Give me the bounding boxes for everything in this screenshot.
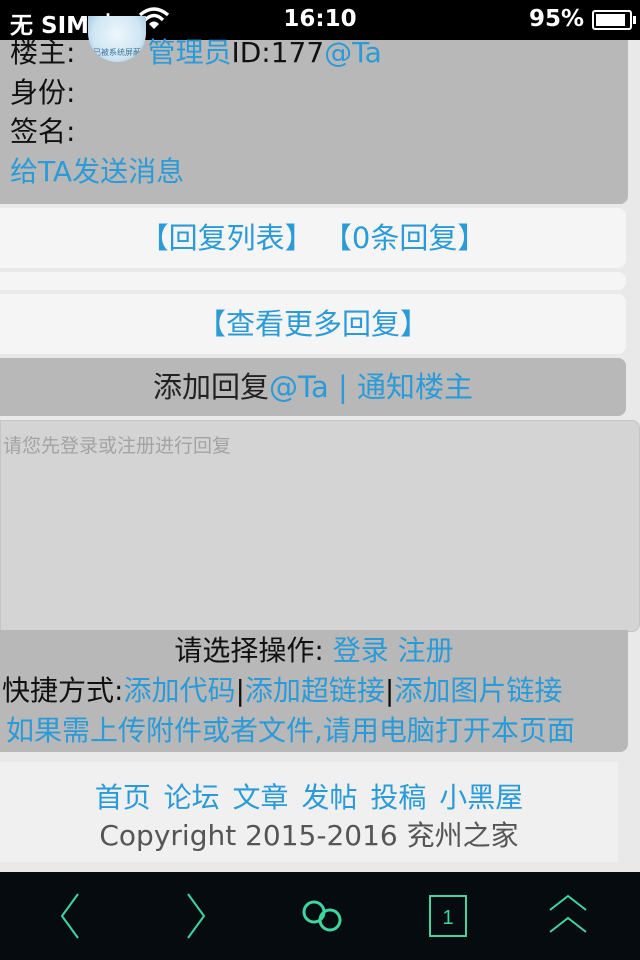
reply-list-link[interactable]: 【回复列表】 (140, 221, 314, 255)
at-ta-link[interactable]: @Ta (269, 370, 329, 404)
more-replies-bar: 【查看更多回复】 (0, 294, 626, 354)
tabs-icon[interactable]: 1 (418, 890, 478, 942)
separator: | (235, 674, 245, 707)
back-arrow-icon[interactable] (40, 890, 100, 942)
operation-prompt: 请选择操作: (174, 634, 324, 667)
author-panel: 已被系统屏蔽 楼主: 管理员ID:177@Ta 身份: 签名: 给TA发送消息 (0, 16, 628, 204)
footer-nav-home[interactable]: 首页 (95, 781, 151, 814)
forward-arrow-icon[interactable] (166, 890, 226, 942)
attachment-note-link[interactable]: 如果需上传附件或者文件,请用电脑打开本页面 (6, 712, 634, 750)
reply-textarea[interactable]: 请您先登录或注册进行回复 (0, 420, 640, 632)
browser-menu-icon[interactable] (292, 890, 352, 942)
operation-row: 请选择操作: 登录 注册 (0, 632, 628, 670)
register-link[interactable]: 注册 (398, 634, 454, 667)
more-replies-link[interactable]: 【查看更多回复】 (197, 307, 429, 341)
footer-nav-blacklist[interactable]: 小黑屋 (439, 781, 523, 814)
home-up-icon[interactable] (538, 890, 598, 942)
browser-toolbar: 1 (0, 872, 640, 960)
notify-host-link[interactable]: 通知楼主 (357, 370, 473, 404)
host-label: 楼主: (10, 36, 76, 69)
separator: | (337, 370, 348, 404)
footer-nav-post[interactable]: 发帖 (301, 781, 357, 814)
signature-label: 签名: (10, 115, 76, 148)
reply-placeholder: 请您先登录或注册进行回复 (3, 435, 232, 457)
add-hyperlink-link[interactable]: 添加超链接 (245, 674, 385, 707)
at-host-link[interactable]: @Ta (324, 36, 382, 69)
footer-nav: 首页 论坛 文章 发帖 投稿 小黑屋 (0, 776, 618, 816)
battery-icon (592, 10, 636, 30)
reply-count-link[interactable]: 【0条回复】 (323, 221, 486, 255)
footer: 首页 论坛 文章 发帖 投稿 小黑屋 Copyright 2015-2016 兖… (0, 762, 618, 862)
add-reply-title: 添加回复 (153, 370, 270, 404)
reply-list-bar: 【回复列表】 【0条回复】 (0, 208, 626, 268)
host-id: ID:177 (231, 36, 325, 69)
host-row: 楼主: 管理员ID:177@Ta (10, 34, 382, 72)
send-message-link[interactable]: 给TA发送消息 (10, 153, 184, 191)
shortcut-label: 快捷方式: (2, 674, 124, 707)
separator: | (384, 674, 395, 707)
add-reply-header: 添加回复@Ta | 通知楼主 (0, 358, 626, 416)
spacer-bar (0, 272, 626, 290)
footer-nav-articles[interactable]: 文章 (233, 781, 289, 814)
login-link[interactable]: 登录 (333, 634, 389, 667)
operations-panel: 请选择操作: 登录 注册 快捷方式:添加代码|添加超链接|添加图片链接 如果需上… (0, 630, 628, 752)
footer-nav-forum[interactable]: 论坛 (164, 781, 220, 814)
battery-percentage: 95% (528, 6, 584, 32)
host-name-link[interactable]: 管理员 (147, 36, 231, 69)
add-code-link[interactable]: 添加代码 (123, 674, 235, 707)
shortcut-row: 快捷方式:添加代码|添加超链接|添加图片链接 (2, 672, 630, 710)
footer-nav-submit[interactable]: 投稿 (370, 781, 426, 814)
copyright: Copyright 2015-2016 兖州之家 (99, 819, 519, 852)
identity-label: 身份: (10, 76, 76, 109)
add-image-link[interactable]: 添加图片链接 (394, 674, 562, 707)
tab-count: 1 (442, 907, 453, 929)
